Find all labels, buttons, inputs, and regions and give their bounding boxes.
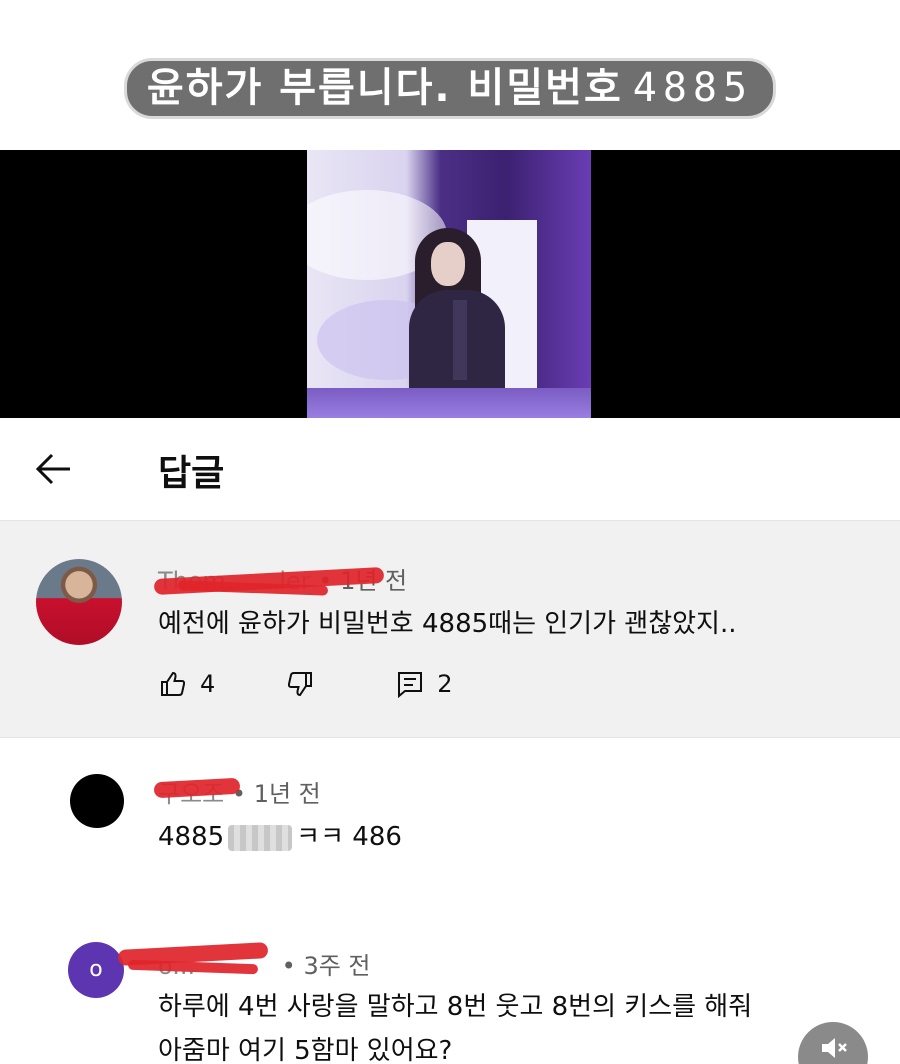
reply-meta: 구오조 • 1년 전: [153, 774, 321, 809]
reply-meta: o... • 3주 전: [117, 942, 371, 981]
reply-text: 4885 ㅋㅋ 486: [158, 822, 402, 852]
video-frame: [307, 150, 591, 418]
caption-password: 4885: [632, 65, 754, 111]
reply-author[interactable]: o...: [117, 942, 274, 980]
thumbs-down-icon: [288, 672, 313, 697]
reply-author[interactable]: 구오조: [153, 774, 241, 809]
blurred-text: [228, 824, 293, 851]
avatar[interactable]: [70, 774, 124, 828]
highlighted-comment: Thom... ...ler • 1년 전 예전에 윤하가 비밀번호 4885때…: [0, 520, 900, 738]
video-caption: 윤하가 부릅니다. 비밀번호 4885: [0, 58, 900, 119]
like-count: 4: [200, 670, 216, 698]
avatar[interactable]: o: [68, 942, 124, 998]
reply-item: 구오조 • 1년 전 4885ㅋㅋ 486: [0, 774, 900, 874]
thumbs-up-icon: [161, 671, 186, 696]
caption-text: 윤하가 부릅니다. 비밀번호: [146, 65, 623, 111]
reply-button[interactable]: 2: [395, 669, 453, 699]
replies-header: 답글: [0, 418, 900, 520]
reply-text-line-1: 하루에 4번 사랑을 말하고 8번 웃고 8번의 키스를 해줘: [158, 992, 753, 1022]
comment-text: 예전에 윤하가 비밀번호 4885때는 인기가 괜찮았지..: [158, 609, 737, 639]
comment-icon: [398, 672, 423, 699]
reply-count: 2: [437, 670, 453, 698]
video-player[interactable]: [0, 150, 900, 418]
like-button[interactable]: 4: [158, 669, 215, 699]
reply-time: 1년 전: [253, 780, 321, 808]
redaction-mark: [153, 777, 241, 799]
comment-meta: Thom... ...ler • 1년 전: [153, 561, 407, 596]
dislike-button[interactable]: [285, 669, 315, 699]
avatar[interactable]: [36, 559, 122, 645]
arrow-left-icon[interactable]: [30, 446, 76, 492]
comment-actions: 4 2: [158, 669, 453, 699]
reply-item: o o... • 3주 전 하루에 4번 사랑을 말하고 8번 웃고 8번의 키…: [0, 942, 900, 1064]
reply-text-line-2: 아줌마 여기 5함마 있어요?: [158, 1036, 453, 1064]
caption-pill: 윤하가 부릅니다. 비밀번호 4885: [123, 58, 777, 119]
reply-time: 3주 전: [303, 952, 371, 980]
mute-icon: [822, 1038, 847, 1058]
comment-author[interactable]: Thom... ...ler: [153, 566, 385, 596]
page-title: 답글: [158, 453, 225, 494]
